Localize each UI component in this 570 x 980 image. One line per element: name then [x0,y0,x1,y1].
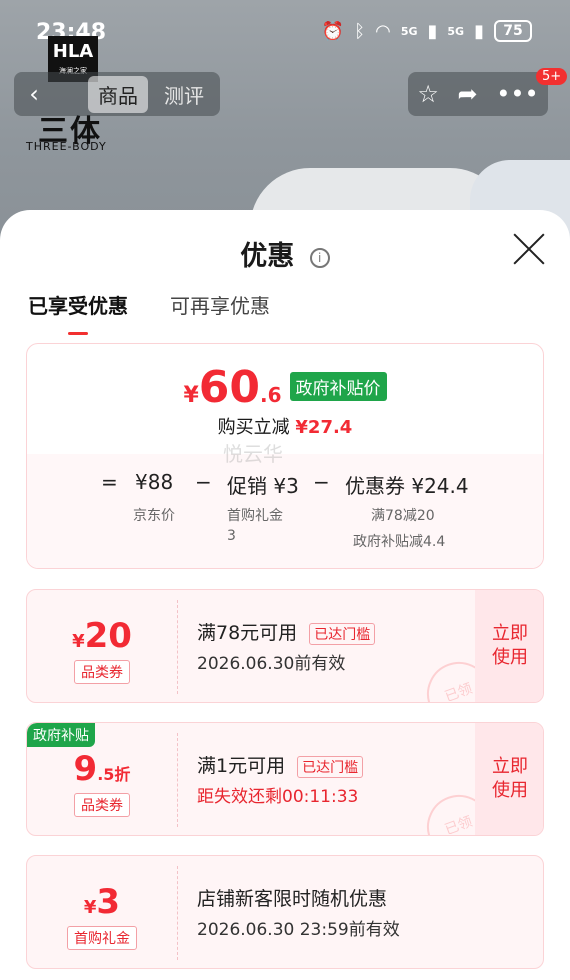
coupon-validity: 2026.06.30前有效 [197,654,346,674]
price-breakdown: = ¥88 − 促销 ¥3 − 优惠券 ¥24.4 京东价 首购礼金 3 满78… [27,454,543,568]
minus-sign-2: − [313,470,330,494]
discount-sheet: 优惠 i 已享受优惠 可再享优惠 ¥ 60 .6 政府补贴价 购买立减 ¥27.… [0,210,570,980]
bluetooth-icon: ᛒ [354,20,366,42]
coupon-divider [177,866,178,960]
sheet-title-text: 优惠 [240,241,295,272]
coupon-details: 店铺新客限时随机优惠 2026.06.30 23:59前有效 [197,884,400,940]
signal-5g-label-2: 5G [447,24,465,38]
gov-price-tag: 政府补贴价 [289,372,387,401]
back-icon[interactable]: ‹ [14,80,54,108]
coupon-category: 品类券 [74,793,130,817]
tab-goods[interactable]: 商品 [88,75,148,113]
currency-symbol: ¥ [183,383,199,408]
coupon-condition: 满1元可用 已达门槛 [197,751,364,778]
base-price-label: 京东价 [133,508,175,524]
battery-icon: 75 [494,20,532,42]
use-now-line2: 使用 [492,647,528,668]
more-icon[interactable]: ••• [496,80,538,108]
tab-available[interactable]: 可再享优惠 [170,290,270,319]
tab-enjoyed[interactable]: 已享受优惠 [28,290,128,335]
discount-tabs: 已享受优惠 可再享优惠 [28,290,270,335]
price-integer: 60 [198,362,261,413]
coupon-amount: 3 [96,882,121,922]
base-price: ¥88 [135,470,174,494]
signal-icon: ▮ [427,20,438,42]
coupon-validity: 2026.06.30 23:59前有效 [197,920,400,940]
use-now-line1: 立即 [492,756,528,777]
coupon-value-area: ¥ 3 首购礼金 [27,856,177,968]
status-icons: ⏰ ᛒ ◠ 5G ▮ 5G ▮ 75 [322,20,532,42]
top-actions: ☆ ➦ ••• [408,72,548,116]
coupon-discount-suffix: .5折 [97,765,131,784]
coupon-condition-text: 满1元可用 [197,755,286,777]
promo-sub-value: 3 [227,528,236,544]
coupon-countdown: 距失效还剩00:11:33 [197,787,359,807]
watermark: 悦云华 [223,442,283,466]
share-icon[interactable]: ➦ [457,80,477,108]
promo-amount: 促销 ¥3 [227,474,299,498]
coupon-category: 品类券 [74,660,130,684]
coupon-value: ¥ 20 [27,616,177,656]
wifi-icon: ◠ [375,20,391,42]
price-summary-card: ¥ 60 .6 政府补贴价 购买立减 ¥27.4 = ¥88 − 促销 ¥3 −… [26,343,544,569]
alarm-icon: ⏰ [321,20,345,42]
reduce-label: 购买立减 [217,417,290,438]
message-badge: 5+ [536,68,568,85]
coupon-details: 满1元可用 已达门槛 距失效还剩00:11:33 [197,751,364,807]
use-now-button[interactable]: 立即 使用 [475,590,543,702]
coupon-condition-text: 满78元可用 [197,622,298,644]
promo-sub-label: 首购礼金 [227,508,283,524]
coupon-currency: ¥ [83,897,97,918]
close-icon[interactable] [512,232,546,266]
coupon-condition: 满78元可用 已达门槛 [197,618,376,645]
coupon-card: 政府补贴 9 .5折 品类券 满1元可用 已达门槛 距失效还剩00:11:33 … [26,722,544,836]
tab-review[interactable]: 测评 [164,80,204,109]
info-icon[interactable]: i [309,247,330,268]
logo-english: THREE-BODY [26,140,107,153]
coupon-category: 首购礼金 [67,926,137,950]
signal-icon: ▮ [474,20,484,42]
star-icon[interactable]: ☆ [417,80,439,108]
use-now-line2: 使用 [492,780,528,801]
reduce-line: 购买立减 ¥27.4 [27,413,543,439]
reduce-amount: ¥27.4 [295,417,353,438]
top-nav: ‹ 商品 测评 [14,72,220,116]
coupon-card: ¥ 20 品类券 满78元可用 已达门槛 2026.06.30前有效 已领 立即… [26,589,544,703]
threshold-reached-tag: 已达门槛 [297,755,364,778]
coupon-value: ¥ 3 [27,882,177,922]
coupon-value: 9 .5折 [27,749,177,789]
coupon-sub-1: 满78减20 [371,508,435,524]
minus-sign-1: − [195,470,212,494]
use-now-button[interactable]: 立即 使用 [475,723,543,835]
coupon-card: ¥ 3 首购礼金 店铺新客限时随机优惠 2026.06.30 23:59前有效 [26,855,544,969]
coupon-value-area: ¥ 20 品类券 [27,590,177,702]
coupon-divider [177,600,178,694]
coupon-condition: 店铺新客限时随机优惠 [197,888,388,910]
coupon-sub-2: 政府补贴减4.4 [353,534,446,550]
price-decimal: .6 [260,383,282,407]
signal-5g-label-1: 5G [400,24,418,38]
coupon-amount: 20 [84,616,132,656]
coupon-divider [177,733,178,827]
threshold-reached-tag: 已达门槛 [309,622,376,645]
use-now-line1: 立即 [492,623,528,644]
coupon-currency: ¥ [72,631,85,652]
coupon-amount: 优惠券 ¥24.4 [345,474,469,498]
sheet-title: 优惠 i [0,234,570,273]
coupon-details: 满78元可用 已达门槛 2026.06.30前有效 [197,618,376,674]
equals-sign: = [101,470,118,494]
coupon-amount: 9 [73,749,98,789]
final-price: ¥ 60 .6 政府补贴价 [27,362,543,413]
coupon-value-area: 9 .5折 品类券 [27,723,177,835]
